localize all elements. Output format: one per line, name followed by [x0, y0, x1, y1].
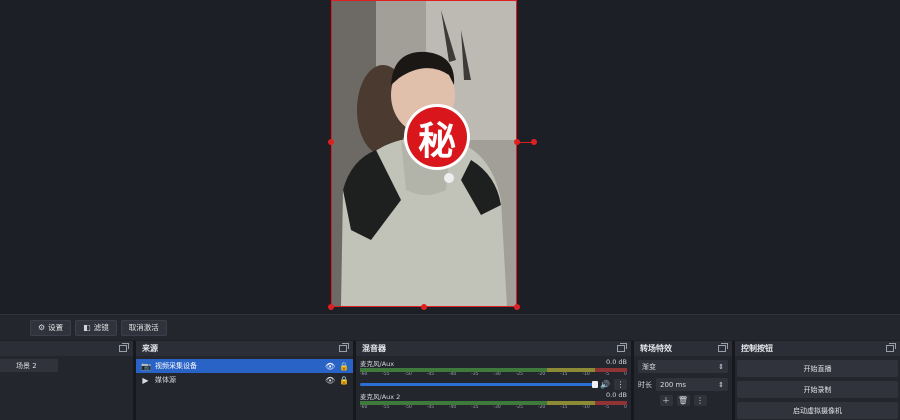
resize-handle-bottom[interactable] [421, 304, 427, 310]
resize-handle-bottom-left[interactable] [328, 304, 334, 310]
sources-title: 来源 [142, 344, 158, 353]
scene-label: 场景 2 [16, 361, 37, 370]
bottom-docks: 场景 2 来源 📷 视频采集设备 👁 🔒 ▶ 媒体源 👁 🔒 混音器 麦克风/A… [0, 341, 900, 420]
transitions-header: 转场特效 [634, 341, 732, 356]
lock-icon[interactable]: 🔒 [339, 376, 349, 385]
deactivate-button[interactable]: 取消激活 [120, 319, 167, 336]
spinner-icon[interactable]: ⇕ [718, 381, 724, 389]
volume-knob[interactable] [592, 380, 599, 388]
mixer-header: 混音器 [356, 341, 631, 356]
start-virtual-camera-button[interactable]: 启动虚拟摄像机 [737, 402, 898, 419]
resize-handle-bottom-right[interactable] [514, 304, 520, 310]
duration-row: 时长 200 ms ⇕ [638, 378, 728, 391]
audio-meter [360, 368, 627, 372]
filters-button[interactable]: ◧ 滤镜 [75, 319, 117, 336]
start-recording-button[interactable]: 开始录制 [737, 381, 898, 398]
meter-ticks: -60 -55 -50 -45 -40 -35 -30 -25 -20 -15 -10 -5 0 [360, 372, 627, 377]
controls-dock: 控制按钮 开始直播 开始录制 启动虚拟摄像机 [735, 341, 900, 420]
camera-icon: 📷 [141, 361, 151, 371]
source-toolbar: ⚙ 设置 ◧ 滤镜 取消激活 [0, 314, 900, 340]
track-name: 麦克风/Aux [360, 360, 395, 368]
volume-slider[interactable] [360, 380, 599, 388]
duration-label: 时长 [638, 380, 652, 389]
transition-select[interactable]: 渐变 ⇕ [638, 360, 728, 373]
obs-window: 秘 ⚙ 设置 ◧ 滤镜 取消激活 场景 2 来源 📷 视频采集设备 👁 🔒 ▶ … [0, 0, 900, 420]
chevron-updown-icon: ⇕ [718, 362, 724, 371]
sources-header: 来源 [136, 341, 353, 356]
trash-icon: 🗑 [677, 396, 689, 405]
source-item-video-capture[interactable]: 📷 视频采集设备 👁 🔒 [136, 359, 353, 373]
gear-icon: ⚙ [38, 323, 46, 332]
track-db: 0.0 dB [606, 391, 627, 399]
source-label: 媒体源 [155, 376, 176, 384]
audio-meter [360, 401, 627, 405]
censor-stamp: 秘 [404, 104, 470, 170]
preview-area[interactable]: 秘 [0, 0, 900, 314]
video-capture-canvas[interactable]: 秘 [331, 0, 517, 307]
scenes-dock: 场景 2 [0, 341, 133, 420]
controls-header: 控制按钮 [735, 341, 900, 356]
transition-menu-button[interactable]: ⋮ [693, 395, 707, 406]
transitions-title: 转场特效 [640, 344, 672, 353]
settings-label: 设置 [48, 323, 64, 332]
mixer-track: 麦克风/Aux 2 0.0 dB -60 -55 -50 -45 -40 -35 -30 -2… [356, 389, 631, 412]
mixer-track: 麦克风/Aux 0.0 dB -60 -55 -50 -45 -40 -35 -30 -25-… [356, 356, 631, 390]
add-transition-button[interactable]: ＋ [659, 395, 673, 406]
start-streaming-button[interactable]: 开始直播 [737, 360, 898, 377]
eye-icon[interactable]: 👁 [325, 376, 335, 385]
source-label: 视频采集设备 [155, 362, 197, 370]
filter-icon: ◧ [83, 323, 91, 332]
transitions-dock: 转场特效 渐变 ⇕ 时长 200 ms ⇕ ＋ 🗑 ⋮ [634, 341, 732, 420]
resize-handle-left[interactable] [328, 139, 334, 145]
play-icon: ▶ [142, 375, 149, 385]
filters-label: 滤镜 [93, 323, 109, 332]
deactivate-label: 取消激活 [128, 323, 159, 332]
undock-icon[interactable] [886, 343, 896, 352]
duration-input[interactable]: 200 ms ⇕ [656, 378, 728, 391]
track-name: 麦克风/Aux 2 [360, 393, 401, 401]
track-db: 0.0 dB [606, 358, 627, 366]
censor-char: 秘 [407, 107, 467, 167]
undock-icon[interactable] [119, 343, 129, 352]
settings-button[interactable]: ⚙ 设置 [30, 319, 72, 336]
undock-icon[interactable] [718, 343, 728, 352]
mixer-title: 混音器 [362, 344, 386, 353]
scenes-header [0, 341, 133, 356]
duration-value: 200 ms [660, 380, 687, 389]
source-item-media[interactable]: ▶ 媒体源 👁 🔒 [136, 373, 353, 387]
rotation-handle[interactable] [531, 139, 537, 145]
meter-ticks: -60 -55 -50 -45 -40 -35 -30 -25 -20 -15 -10 -5 0 [360, 405, 627, 410]
undock-icon[interactable] [617, 343, 627, 352]
mixer-dock: 混音器 麦克风/Aux 0.0 dB -60 -55 -50 -45 -40 -35 -30… [356, 341, 631, 420]
transition-value: 渐变 [642, 362, 656, 371]
scene-item[interactable]: 场景 2 [0, 359, 58, 372]
eye-icon[interactable]: 👁 [325, 362, 335, 371]
more-options-icon: ⋮ [696, 396, 704, 405]
lock-icon[interactable]: 🔒 [339, 362, 349, 371]
sources-dock: 来源 📷 视频采集设备 👁 🔒 ▶ 媒体源 👁 🔒 [136, 341, 353, 420]
controls-title: 控制按钮 [741, 344, 773, 353]
speaker-icon[interactable]: 🔊 [600, 380, 610, 389]
more-options-icon[interactable]: ⋮ [614, 378, 627, 390]
undock-icon[interactable] [339, 343, 349, 352]
delete-transition-button[interactable]: 🗑 [676, 395, 690, 406]
plus-icon: ＋ [662, 396, 670, 405]
